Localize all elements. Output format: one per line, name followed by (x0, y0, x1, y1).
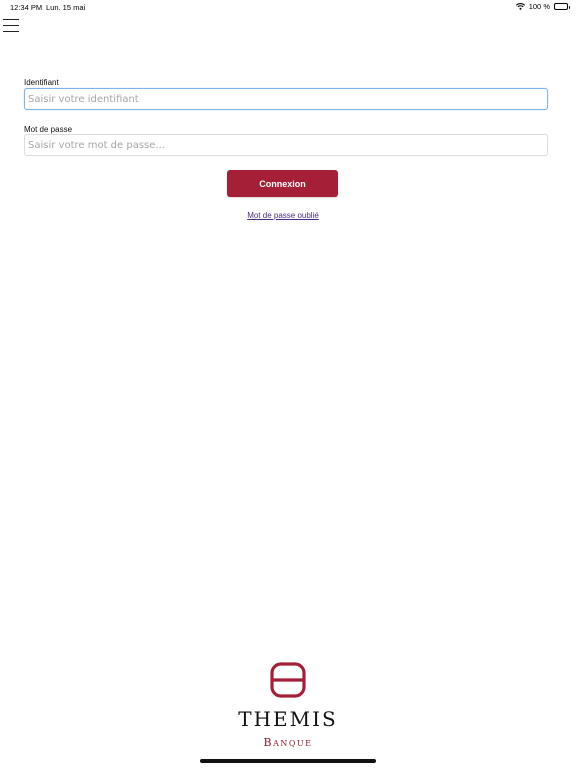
wifi-icon (515, 3, 525, 10)
username-label: Identifiant (24, 78, 59, 87)
login-button[interactable]: Connexion (227, 170, 338, 197)
battery-percent: 100 % (528, 2, 550, 11)
home-indicator[interactable] (200, 759, 376, 763)
brand-name: THEMIS (238, 707, 338, 731)
login-screen: 12:34 PM Lun. 15 mai 100 % Identifiant M… (0, 0, 576, 768)
hamburger-menu-icon[interactable] (3, 18, 19, 33)
status-date: Lun. 15 mai (46, 3, 86, 12)
status-bar: 12:34 PM Lun. 15 mai 100 % (0, 0, 576, 14)
battery-icon (554, 3, 570, 10)
password-label: Mot de passe (24, 125, 73, 134)
forgot-password-link[interactable]: Mot de passe oublié (0, 211, 566, 220)
username-input[interactable] (24, 88, 548, 110)
status-indicators: 100 % (515, 2, 570, 11)
password-input[interactable] (24, 134, 548, 156)
themis-logo-icon (270, 662, 306, 698)
brand-subtitle: Banque (263, 736, 313, 749)
status-time: 12:34 PM (10, 3, 43, 12)
